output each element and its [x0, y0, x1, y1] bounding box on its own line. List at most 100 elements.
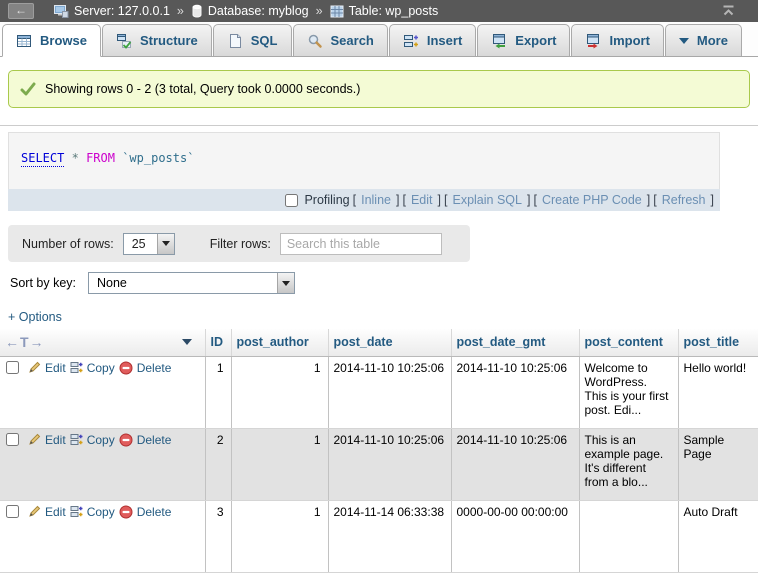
- tab-export[interactable]: Export: [477, 24, 570, 56]
- column-actions-caret-icon[interactable]: [182, 339, 192, 345]
- column-header-post-content[interactable]: post_content: [579, 329, 678, 356]
- copy-link[interactable]: Copy: [87, 361, 115, 375]
- options-toggle-link[interactable]: + Options: [8, 310, 758, 324]
- sql-table-identifier: `wp_posts`: [122, 151, 194, 165]
- tab-browse[interactable]: Browse: [2, 24, 101, 57]
- sql-query-text: SELECT * FROM `wp_posts`: [8, 132, 720, 189]
- cell-post-date-gmt: 2014-11-10 10:25:06: [451, 428, 579, 500]
- copy-link[interactable]: Copy: [87, 433, 115, 447]
- inline-link[interactable]: Inline: [361, 193, 391, 207]
- cell-post-date: 2014-11-14 06:33:38: [328, 500, 451, 572]
- cell-id: 3: [205, 500, 231, 572]
- column-header-post-author[interactable]: post_author: [231, 329, 328, 356]
- edit-pencil-icon[interactable]: [27, 361, 41, 375]
- insert-icon: [403, 33, 419, 49]
- edit-pencil-icon[interactable]: [27, 433, 41, 447]
- breadcrumb-separator: »: [316, 4, 323, 18]
- delete-link[interactable]: Delete: [137, 433, 172, 447]
- server-icon: [53, 4, 69, 19]
- tab-insert[interactable]: Insert: [389, 24, 476, 56]
- breadcrumb-server[interactable]: Server: 127.0.0.1: [53, 4, 170, 19]
- select-arrow-button[interactable]: [157, 234, 174, 254]
- breadcrumb-table[interactable]: Table: wp_posts: [330, 4, 439, 18]
- tab-sql[interactable]: SQL: [213, 24, 292, 56]
- cell-post-title: Auto Draft: [678, 500, 758, 572]
- tab-search[interactable]: Search: [293, 24, 388, 56]
- profiling-checkbox[interactable]: [285, 194, 298, 207]
- tab-label: SQL: [251, 33, 278, 48]
- breadcrumb-separator: »: [177, 4, 184, 18]
- explain-sql-link[interactable]: Explain SQL: [452, 193, 521, 207]
- import-icon: [585, 33, 601, 49]
- edit-query-link[interactable]: Edit: [411, 193, 433, 207]
- select-arrow-button[interactable]: [277, 273, 294, 293]
- breadcrumb-table-label: Table: wp_posts: [349, 4, 439, 18]
- breadcrumb-database[interactable]: Database: myblog: [191, 4, 309, 18]
- sql-keyword-from: FROM: [86, 151, 115, 165]
- rows-per-page-label: Number of rows:: [22, 237, 114, 251]
- tab-structure[interactable]: Structure: [102, 24, 212, 56]
- row-select-checkbox[interactable]: [6, 505, 19, 518]
- delete-icon[interactable]: [119, 361, 133, 375]
- copy-icon[interactable]: [70, 361, 83, 374]
- cell-post-title: Sample Page: [678, 428, 758, 500]
- edit-link[interactable]: Edit: [45, 433, 66, 447]
- profiling-label: Profiling: [304, 193, 349, 207]
- breadcrumb-bar: ← Server: 127.0.0.1 » Database: myblog »…: [0, 0, 758, 22]
- tab-label: Search: [331, 33, 374, 48]
- tab-label: Import: [609, 33, 649, 48]
- cell-post-content: This is an example page. It's different …: [579, 428, 678, 500]
- filter-rows-input[interactable]: [280, 233, 442, 255]
- sort-by-key-value: None: [89, 276, 277, 290]
- bracket: [: [533, 193, 536, 207]
- back-button[interactable]: ←: [8, 3, 34, 19]
- cell-post-title: Hello world!: [678, 356, 758, 428]
- table-header-row: ←T→ ID post_author post_date post_date_g…: [0, 329, 758, 356]
- bracket: ]: [438, 193, 441, 207]
- row-select-checkbox[interactable]: [6, 361, 19, 374]
- cell-id: 1: [205, 356, 231, 428]
- column-header-post-date-gmt[interactable]: post_date_gmt: [451, 329, 579, 356]
- rows-filter-bar: Number of rows: 25 Filter rows:: [8, 225, 470, 262]
- column-header-post-date[interactable]: post_date: [328, 329, 451, 356]
- browse-icon: [16, 33, 32, 49]
- column-header-actions[interactable]: ←T→: [0, 329, 205, 356]
- bracket: [: [444, 193, 447, 207]
- database-icon: [191, 4, 203, 18]
- row-select-checkbox[interactable]: [6, 433, 19, 446]
- refresh-link[interactable]: Refresh: [662, 193, 706, 207]
- bracket: ]: [711, 193, 714, 207]
- row-direction-toggle-icon[interactable]: ←T→: [5, 334, 45, 350]
- delete-link[interactable]: Delete: [137, 505, 172, 519]
- collapse-panel-icon[interactable]: [721, 5, 736, 17]
- delete-icon[interactable]: [119, 505, 133, 519]
- status-message-text: Showing rows 0 - 2 (3 total, Query took …: [45, 82, 360, 96]
- column-header-post-title[interactable]: post_title: [678, 329, 758, 356]
- cell-post-author: 1: [231, 500, 328, 572]
- tab-more[interactable]: More: [665, 24, 742, 56]
- breadcrumb-server-label: Server: 127.0.0.1: [74, 4, 170, 18]
- edit-link[interactable]: Edit: [45, 361, 66, 375]
- cell-post-author: 1: [231, 428, 328, 500]
- delete-icon[interactable]: [119, 433, 133, 447]
- tab-label: More: [697, 33, 728, 48]
- copy-link[interactable]: Copy: [87, 505, 115, 519]
- success-check-icon: [20, 82, 36, 96]
- copy-icon[interactable]: [70, 433, 83, 446]
- copy-icon[interactable]: [70, 505, 83, 518]
- sort-by-key-row: Sort by key: None: [10, 272, 758, 294]
- edit-link[interactable]: Edit: [45, 505, 66, 519]
- chevron-down-icon: [282, 281, 290, 286]
- delete-link[interactable]: Delete: [137, 361, 172, 375]
- sort-by-key-label: Sort by key:: [10, 276, 76, 290]
- breadcrumb-database-label: Database: myblog: [208, 4, 309, 18]
- create-php-code-link[interactable]: Create PHP Code: [542, 193, 642, 207]
- rows-per-page-select[interactable]: 25: [123, 233, 175, 255]
- tab-label: Insert: [427, 33, 462, 48]
- status-message: Showing rows 0 - 2 (3 total, Query took …: [8, 70, 750, 108]
- bracket: ]: [647, 193, 650, 207]
- tab-import[interactable]: Import: [571, 24, 663, 56]
- sort-by-key-select[interactable]: None: [88, 272, 295, 294]
- column-header-id[interactable]: ID: [205, 329, 231, 356]
- edit-pencil-icon[interactable]: [27, 505, 41, 519]
